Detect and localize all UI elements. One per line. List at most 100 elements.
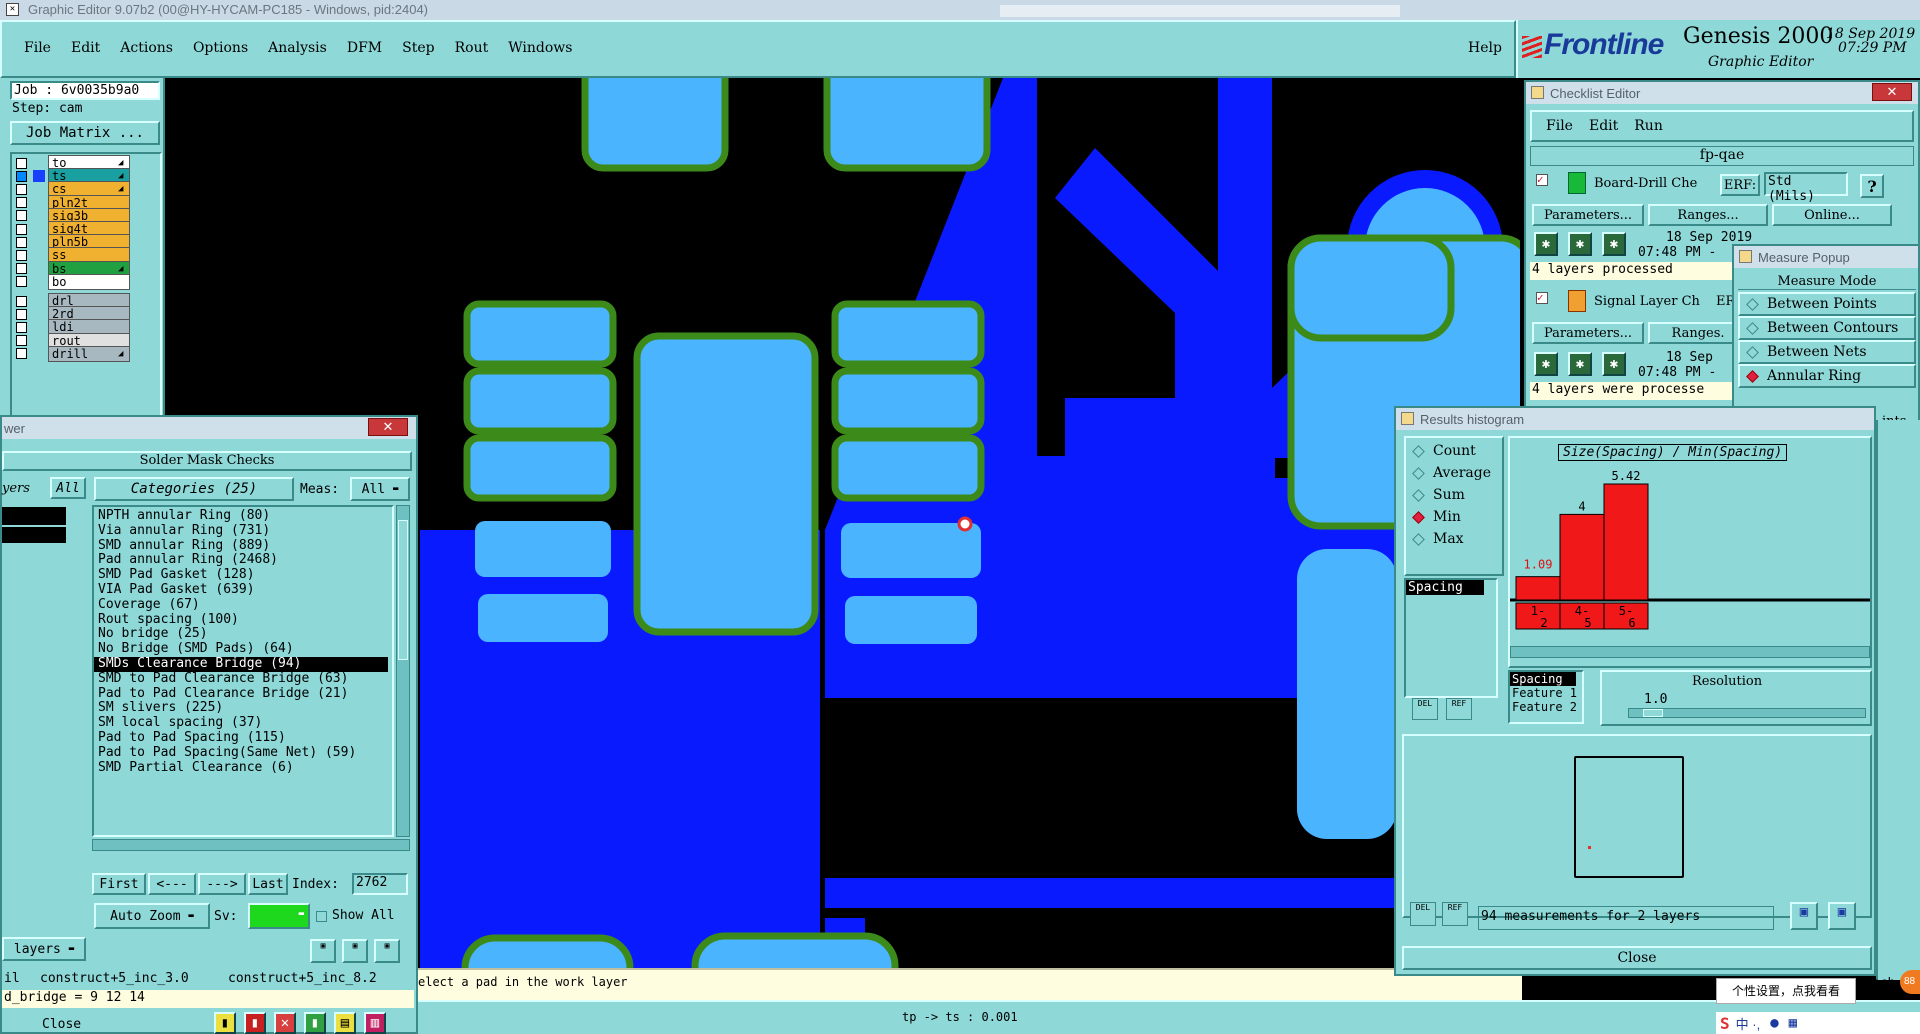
mode-item[interactable]: Max bbox=[1406, 528, 1502, 550]
menu-edit[interactable]: Edit bbox=[71, 40, 100, 56]
measure-mode-item[interactable]: Annular Ring bbox=[1738, 364, 1916, 388]
check1-erf[interactable]: ERF: bbox=[1720, 174, 1760, 196]
layer-checkbox[interactable] bbox=[16, 236, 27, 248]
prev-button[interactable]: <--- bbox=[148, 873, 196, 895]
mode-item[interactable]: Min bbox=[1406, 506, 1502, 528]
index-input[interactable]: 2762 bbox=[352, 873, 408, 895]
param-item[interactable]: Spacing bbox=[1406, 580, 1484, 595]
auto-zoom-dropdown[interactable]: Auto Zoom ▬ bbox=[94, 903, 210, 929]
ref-icon[interactable]: ▣ bbox=[342, 939, 368, 963]
layer-checkbox[interactable] bbox=[16, 276, 27, 288]
histogram-bar[interactable] bbox=[1603, 483, 1649, 601]
export-icon[interactable]: ▣ bbox=[1790, 902, 1818, 930]
layer-checkbox[interactable] bbox=[16, 335, 27, 347]
layer-checkbox[interactable] bbox=[16, 210, 27, 222]
measure-mode-item[interactable]: Between Nets bbox=[1738, 340, 1916, 364]
category-item[interactable]: VIA Pad Gasket (639) bbox=[94, 582, 392, 598]
category-item[interactable]: Coverage (67) bbox=[94, 597, 392, 613]
del-button[interactable]: DEL bbox=[1412, 698, 1438, 720]
category-item[interactable]: Pad to Pad Spacing (115) bbox=[94, 730, 392, 746]
histogram-close-button[interactable]: Close bbox=[1402, 946, 1872, 970]
show-all-checkbox[interactable] bbox=[316, 911, 327, 922]
ime-keyboard-icon[interactable]: ▦ bbox=[1789, 1015, 1797, 1031]
run-icon-2[interactable]: ✱ bbox=[1568, 232, 1592, 256]
categories-button[interactable]: Categories (25) bbox=[94, 477, 294, 501]
check1-name[interactable]: Board-Drill Che bbox=[1594, 176, 1718, 191]
layer-name[interactable]: bo bbox=[48, 273, 130, 290]
layer-checkbox[interactable] bbox=[16, 183, 27, 195]
category-item[interactable]: SM local spacing (37) bbox=[94, 715, 392, 731]
field-feature2[interactable]: Feature 2 bbox=[1510, 700, 1582, 714]
tool-icon-6[interactable]: ▥ bbox=[364, 1012, 386, 1034]
cl-menu-edit[interactable]: Edit bbox=[1589, 118, 1618, 134]
category-item[interactable]: Pad to Pad Spacing(Same Net) (59) bbox=[94, 745, 392, 761]
menu-dfm[interactable]: DFM bbox=[347, 40, 382, 56]
last-button[interactable]: Last bbox=[248, 873, 288, 895]
check2-name[interactable]: Signal Layer Ch bbox=[1594, 294, 1714, 309]
layer-checkbox[interactable] bbox=[16, 308, 27, 320]
print-icon[interactable]: ▣ bbox=[1828, 902, 1856, 930]
check1-online[interactable]: Online... bbox=[1772, 204, 1892, 226]
layer-checkbox[interactable] bbox=[16, 348, 27, 360]
sv-color-dropdown[interactable]: ▬ bbox=[248, 903, 310, 929]
layer-row[interactable]: drill ◢ bbox=[12, 345, 130, 362]
field-feature1[interactable]: Feature 1 bbox=[1510, 686, 1582, 700]
first-button[interactable]: First bbox=[92, 873, 146, 895]
ime-logo-icon[interactable]: S bbox=[1720, 1014, 1730, 1033]
run-icon-4[interactable]: ✱ bbox=[1534, 352, 1558, 376]
category-item[interactable]: SMDs Clearance Bridge (94) bbox=[94, 656, 388, 672]
category-item[interactable]: SMD Partial Clearance (6) bbox=[94, 760, 392, 776]
tool-icon-4[interactable]: ▮ bbox=[304, 1012, 326, 1034]
mode-item[interactable]: Sum bbox=[1406, 484, 1502, 506]
check1-help-button[interactable]: ? bbox=[1860, 174, 1884, 198]
del-button-2[interactable]: DEL bbox=[1410, 902, 1436, 926]
check2-params[interactable]: Parameters... bbox=[1532, 322, 1644, 344]
layer-checkbox[interactable] bbox=[16, 157, 27, 169]
menu-windows[interactable]: Windows bbox=[508, 40, 572, 56]
layer-checkbox[interactable] bbox=[16, 263, 27, 275]
layer-row[interactable]: bo bbox=[12, 273, 130, 290]
category-item[interactable]: No Bridge (SMD Pads) (64) bbox=[94, 641, 392, 657]
del-icon[interactable]: ▣ bbox=[310, 939, 336, 963]
ref-button[interactable]: REF bbox=[1446, 698, 1472, 720]
category-scrollbar[interactable] bbox=[396, 505, 410, 837]
menu-actions[interactable]: Actions bbox=[120, 40, 173, 56]
layer-checkbox[interactable] bbox=[16, 197, 27, 209]
viewer-close-icon[interactable]: ✕ bbox=[368, 418, 408, 436]
chart-hscroll[interactable] bbox=[1510, 646, 1870, 658]
category-item[interactable]: No bridge (25) bbox=[94, 627, 392, 642]
ref-button-2[interactable]: REF bbox=[1442, 902, 1468, 926]
category-item[interactable]: NPTH annular Ring (80) bbox=[94, 508, 392, 524]
field-spacing[interactable]: Spacing bbox=[1510, 672, 1576, 686]
run-icon[interactable]: ✱ bbox=[1534, 232, 1558, 256]
layer-checkbox[interactable] bbox=[16, 249, 27, 261]
category-item[interactable]: SMD Pad Gasket (128) bbox=[94, 567, 392, 583]
layer-checkbox[interactable] bbox=[16, 223, 27, 235]
check2-toggle[interactable]: ✓ bbox=[1536, 292, 1548, 304]
layer-checkbox[interactable] bbox=[16, 170, 27, 182]
category-item[interactable]: SM slivers (225) bbox=[94, 701, 392, 716]
zoom-icon[interactable]: ▣ bbox=[374, 939, 400, 963]
layer-checkbox[interactable] bbox=[16, 321, 27, 333]
measure-mode-item[interactable]: Between Contours bbox=[1738, 316, 1916, 340]
menu-help[interactable]: Help bbox=[1468, 40, 1502, 56]
ime-chars[interactable]: 中 ·, bbox=[1736, 1014, 1761, 1033]
category-item[interactable]: SMD to Pad Clearance Bridge (63) bbox=[94, 671, 392, 687]
category-item[interactable]: Via annular Ring (731) bbox=[94, 523, 392, 539]
checklist-close-icon[interactable]: ✕ bbox=[1872, 83, 1912, 101]
cl-menu-run[interactable]: Run bbox=[1634, 118, 1663, 134]
check1-params[interactable]: Parameters... bbox=[1532, 204, 1644, 226]
job-matrix-button[interactable]: Job Matrix ... bbox=[10, 121, 160, 145]
mode-item[interactable]: Count bbox=[1406, 440, 1502, 462]
menu-rout[interactable]: Rout bbox=[455, 40, 489, 56]
layers-dropdown[interactable]: layers ▬ bbox=[2, 937, 86, 961]
category-item[interactable]: Pad annular Ring (2468) bbox=[94, 553, 392, 568]
layer-checkbox[interactable] bbox=[16, 295, 27, 307]
check1-toggle[interactable]: ✓ bbox=[1536, 174, 1548, 186]
tool-icon-2[interactable]: ▮ bbox=[244, 1012, 266, 1034]
category-hscroll[interactable] bbox=[92, 839, 410, 851]
slider-thumb[interactable] bbox=[1643, 709, 1663, 717]
check1-std[interactable]: Std (Mils) bbox=[1764, 172, 1848, 204]
menu-file[interactable]: File bbox=[24, 40, 51, 56]
menu-step[interactable]: Step bbox=[402, 40, 434, 56]
